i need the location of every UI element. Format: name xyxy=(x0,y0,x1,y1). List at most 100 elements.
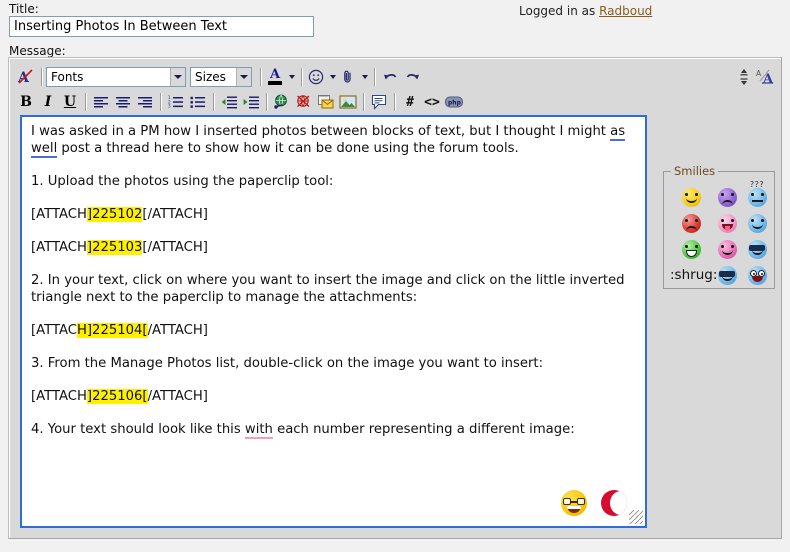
attach-close-tag: /ATTACH] xyxy=(148,323,208,338)
italic-button[interactable]: I xyxy=(37,91,59,113)
editor-panel: A Fonts Sizes A xyxy=(8,57,782,539)
insert-link-icon[interactable] xyxy=(271,91,293,113)
smilie-wink[interactable] xyxy=(748,214,767,233)
expand-collapse-icon[interactable] xyxy=(733,66,755,88)
title-input[interactable] xyxy=(9,16,314,37)
smilie-sunglasses[interactable] xyxy=(718,266,737,285)
outdent-icon[interactable] xyxy=(218,91,240,113)
font-color-icon[interactable]: A xyxy=(265,66,285,88)
smilie-shrug-code[interactable]: :shrug: xyxy=(670,267,717,283)
chevron-down-icon[interactable] xyxy=(170,68,185,86)
hash-button[interactable]: # xyxy=(399,91,421,113)
post-editor-page: Title: Logged in as Radboud Message: A F… xyxy=(0,0,790,552)
attach-file-control[interactable] xyxy=(338,66,370,88)
indent-icon[interactable] xyxy=(240,91,262,113)
paragraph-intro: I was asked in a PM how I inserted photo… xyxy=(31,123,636,157)
attach-highlighted-id: ]225103 xyxy=(87,240,143,255)
paperclip-icon[interactable] xyxy=(338,66,358,88)
message-content[interactable]: I was asked in a PM how I inserted photo… xyxy=(22,117,645,438)
insert-image-icon[interactable] xyxy=(337,91,359,113)
title-label: Title: xyxy=(9,2,39,16)
underline-button[interactable]: U xyxy=(59,91,81,113)
code-button[interactable]: <> xyxy=(421,91,443,113)
paragraph-step-4: 4. Your text should look like this with … xyxy=(31,421,636,438)
smilie-eek[interactable] xyxy=(748,266,767,285)
smilie-biggrin[interactable] xyxy=(682,240,701,259)
step4-text-a: 4. Your text should look like this xyxy=(31,422,245,437)
align-center-icon[interactable] xyxy=(112,91,134,113)
username-link[interactable]: Radboud xyxy=(599,4,652,18)
insert-email-icon[interactable] xyxy=(315,91,337,113)
smilies-grid: ??? xyxy=(670,184,770,288)
font-color-swatch xyxy=(268,81,282,85)
intro-text-a: I was asked in a PM how I inserted photo… xyxy=(31,124,610,139)
font-family-value: Fonts xyxy=(47,70,87,84)
bold-button[interactable]: B xyxy=(15,91,37,113)
toolbar-separator xyxy=(85,93,86,111)
attach-open-tag: [ATTACH xyxy=(31,207,87,222)
chevron-down-icon[interactable] xyxy=(358,66,370,88)
undo-icon[interactable] xyxy=(379,66,401,88)
message-label: Message: xyxy=(9,44,66,58)
svg-text:php: php xyxy=(448,100,462,107)
toolbar-separator xyxy=(213,93,214,111)
insert-smilie-control[interactable] xyxy=(306,66,338,88)
paragraph-step-1: 1. Upload the photos using the paperclip… xyxy=(31,173,636,190)
font-size-select[interactable]: Sizes xyxy=(190,67,252,87)
chevron-down-icon[interactable] xyxy=(236,68,251,86)
attach-line-225104: [ATTACH]225104[/ATTACH] xyxy=(31,322,636,339)
smilie-confused[interactable]: ??? xyxy=(748,188,767,207)
attach-close-tag: /ATTACH] xyxy=(148,389,208,404)
chevron-down-icon[interactable] xyxy=(326,66,338,88)
smilie-smile[interactable] xyxy=(682,188,701,207)
form-header: Title: Logged in as Radboud Message: xyxy=(0,0,790,40)
font-family-select[interactable]: Fonts xyxy=(46,67,186,87)
smilies-panel: Smilies ??? xyxy=(663,171,775,289)
font-size-value: Sizes xyxy=(191,70,230,84)
nerd-face-emoji xyxy=(561,490,587,516)
red-crescent-emoji xyxy=(601,490,627,516)
toolbar-right-group: A A xyxy=(733,66,777,88)
smiley-icon[interactable] xyxy=(306,66,326,88)
attach-open-tag: [ATTAC xyxy=(31,323,77,338)
attach-open-tag: [ATTACH xyxy=(31,240,87,255)
font-color-letter: A xyxy=(270,69,280,80)
remove-formatting-icon[interactable]: A xyxy=(15,66,37,88)
smilie-mad[interactable] xyxy=(682,214,701,233)
svg-text:3: 3 xyxy=(168,104,171,109)
step4-text-c: each number representing a different ima… xyxy=(273,422,575,437)
attach-line-225103: [ATTACH]225103[/ATTACH] xyxy=(31,239,636,256)
align-right-icon[interactable] xyxy=(134,91,156,113)
message-editor-body[interactable]: I was asked in a PM how I inserted photo… xyxy=(20,115,647,528)
insert-quote-icon[interactable] xyxy=(368,91,390,113)
remove-link-icon[interactable] xyxy=(293,91,315,113)
toolbar-row-1: A Fonts Sizes A xyxy=(15,64,777,90)
ordered-list-icon[interactable]: 123 xyxy=(165,91,187,113)
smilie-blush[interactable] xyxy=(718,240,737,259)
unordered-list-icon[interactable] xyxy=(187,91,209,113)
svg-text:A: A xyxy=(756,69,762,78)
toolbar-separator xyxy=(374,68,375,86)
smilie-cool[interactable] xyxy=(748,240,767,259)
attach-close-tag: [/ATTACH] xyxy=(142,207,208,222)
smilie-dizzy[interactable] xyxy=(718,188,737,207)
logged-in-label: Logged in as xyxy=(519,4,595,18)
php-code-icon[interactable]: php xyxy=(443,91,465,113)
font-color-control[interactable]: A xyxy=(265,66,297,88)
attach-line-225102: [ATTACH]225102[/ATTACH] xyxy=(31,206,636,223)
smilie-tongue[interactable] xyxy=(718,214,737,233)
logged-in-status: Logged in as Radboud xyxy=(519,4,652,18)
attach-highlighted-id: ]225102 xyxy=(87,207,143,222)
attach-line-225106: [ATTACH]225106[/ATTACH] xyxy=(31,388,636,405)
resize-handle[interactable] xyxy=(629,510,643,524)
redo-icon[interactable] xyxy=(401,66,423,88)
toolbar-separator xyxy=(266,93,267,111)
paragraph-step-3: 3. From the Manage Photos list, double-c… xyxy=(31,355,636,372)
svg-text:A: A xyxy=(762,72,774,86)
chevron-down-icon[interactable] xyxy=(285,66,297,88)
toggle-editor-mode-icon[interactable]: A A xyxy=(755,66,777,88)
toolbar-separator xyxy=(41,68,42,86)
attach-highlighted-id: H]225104[ xyxy=(77,323,148,338)
align-left-icon[interactable] xyxy=(90,91,112,113)
glasses-icon xyxy=(563,498,585,505)
